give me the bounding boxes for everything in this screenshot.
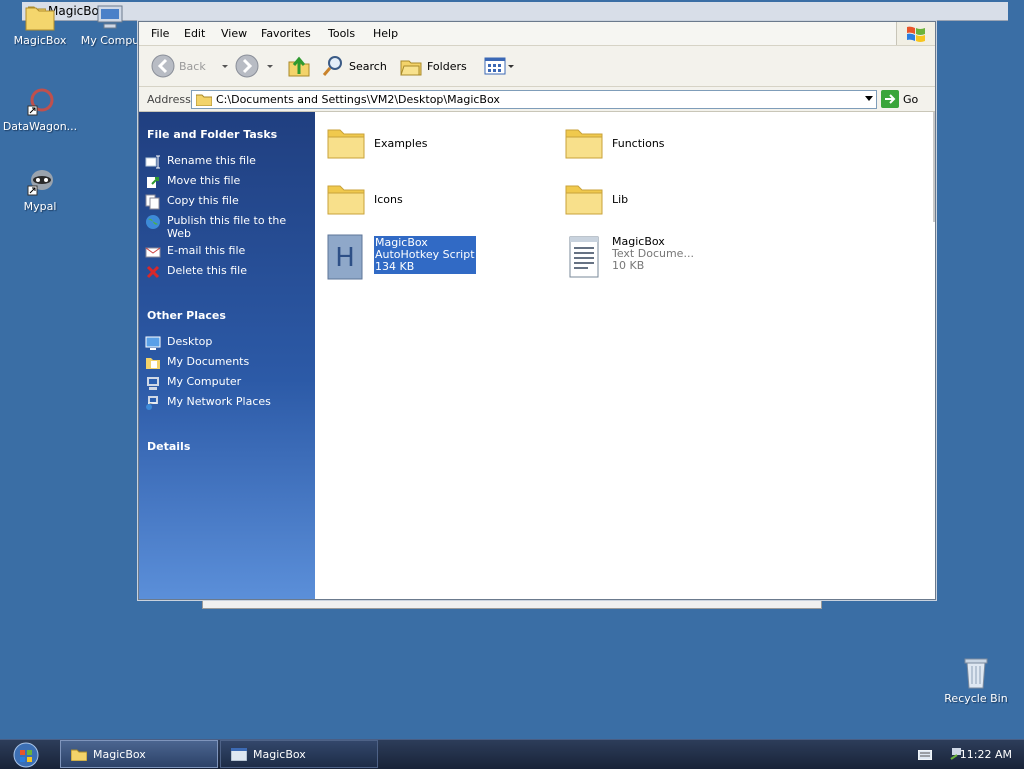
task-pane: File and Folder Tasks Rename this file M…: [139, 112, 315, 599]
back-button[interactable]: Back: [151, 54, 230, 78]
system-tray: 11:22 AM: [894, 740, 1024, 769]
desktop-icon-magicbox[interactable]: MagicBox: [0, 2, 80, 47]
task-move[interactable]: Move this file: [145, 174, 309, 190]
menu-edit[interactable]: Edit: [184, 27, 205, 40]
file-list[interactable]: Examples Functions Icons Lib H MagicBox …: [316, 112, 935, 599]
taskbar: MagicBox MagicBox 11:22 AM: [0, 739, 1024, 769]
file-folder-tasks-heading[interactable]: File and Folder Tasks: [147, 128, 277, 141]
item-name: Functions: [612, 137, 665, 150]
windows-logo-icon: [896, 22, 935, 45]
desktop-icon-recycle-bin[interactable]: Recycle Bin: [936, 656, 1016, 705]
explorer-window[interactable]: File Edit View Favorites Tools Help Back: [138, 21, 936, 600]
task-copy[interactable]: Copy this file: [145, 194, 309, 210]
selected-file-label: MagicBox AutoHotkey Script 134 KB: [374, 236, 476, 274]
menu-help[interactable]: Help: [373, 27, 398, 40]
window-icon: [231, 747, 247, 761]
toolbar: Back Search Folders: [139, 46, 935, 87]
background-window-titlebar[interactable]: MagicBox: [22, 2, 1008, 21]
taskbar-button-magicbox-app[interactable]: MagicBox: [220, 740, 378, 768]
network-places-icon: [146, 396, 158, 410]
search-icon: [322, 56, 342, 76]
up-folder-icon: [288, 56, 310, 77]
email-icon: [145, 247, 161, 258]
folder-icon: [196, 94, 212, 106]
forward-arrow-icon: [235, 54, 259, 78]
taskbar-button-magicbox-folder[interactable]: MagicBox: [60, 740, 218, 768]
windows-orb-icon: [13, 742, 39, 768]
desktop-icon-mypal[interactable]: Mypal: [0, 166, 80, 213]
chevron-down-icon: [267, 65, 273, 68]
delete-x-icon: [146, 265, 160, 279]
folder-icon: [327, 185, 365, 215]
address-bar: Address C:\Documents and Settings\VM2\De…: [139, 87, 935, 112]
move-icon: [147, 177, 159, 188]
desktop-icon-datawagon[interactable]: DataWagon...: [0, 88, 80, 133]
folder-item-examples[interactable]: Examples: [326, 122, 427, 162]
recycle-bin-icon: [964, 658, 988, 689]
place-desktop[interactable]: Desktop: [145, 335, 309, 351]
desktop-icon: [145, 336, 161, 350]
folders-icon: [400, 60, 422, 76]
details-heading[interactable]: Details: [147, 440, 190, 453]
back-arrow-icon: [151, 54, 175, 78]
go-button[interactable]: Go: [881, 90, 918, 108]
up-folder-button[interactable]: [287, 54, 311, 78]
computer-icon: [97, 5, 123, 29]
item-name: Icons: [374, 193, 403, 206]
menu-file[interactable]: File: [151, 27, 169, 40]
views-grid-icon: [484, 57, 506, 75]
forward-button[interactable]: [235, 54, 275, 78]
file-item-magicbox-ahk[interactable]: H MagicBox AutoHotkey Script 134 KB: [326, 234, 476, 280]
item-size: 10 KB: [612, 259, 645, 272]
folders-button[interactable]: Folders: [399, 54, 467, 78]
my-documents-icon: [146, 358, 160, 369]
text-document-icon: [569, 236, 599, 278]
folder-icon: [71, 749, 87, 761]
folder-item-icons[interactable]: Icons: [326, 178, 403, 218]
menu-bar: File Edit View Favorites Tools Help: [139, 22, 935, 46]
address-path: C:\Documents and Settings\VM2\Desktop\Ma…: [216, 93, 500, 106]
other-places-heading[interactable]: Other Places: [147, 309, 226, 322]
menu-view[interactable]: View: [221, 27, 247, 40]
task-publish[interactable]: Publish this file to the Web: [145, 214, 309, 240]
globe-icon: [146, 215, 160, 229]
computer-icon: [147, 377, 159, 390]
chevron-down-icon[interactable]: [865, 96, 873, 101]
mypal-raccoon-icon: [27, 170, 53, 196]
task-email[interactable]: E-mail this file: [145, 244, 309, 260]
item-size: 134 KB: [375, 260, 415, 273]
place-my-documents[interactable]: My Documents: [145, 355, 309, 371]
search-button[interactable]: Search: [321, 54, 387, 78]
autohotkey-script-icon: H: [327, 234, 363, 280]
place-my-computer[interactable]: My Computer: [145, 375, 309, 391]
menu-tools[interactable]: Tools: [328, 27, 355, 40]
task-delete[interactable]: Delete this file: [145, 264, 309, 280]
keyboard-icon[interactable]: [918, 750, 932, 760]
scrollbar[interactable]: [933, 112, 935, 222]
task-rename[interactable]: Rename this file: [145, 154, 309, 170]
item-name: Lib: [612, 193, 629, 206]
chevron-down-icon: [221, 65, 228, 68]
folder-icon: [565, 185, 603, 215]
chevron-down-icon: [508, 65, 514, 68]
file-item-magicbox-txt[interactable]: MagicBox Text Docume... 10 KB: [564, 234, 694, 280]
go-arrow-icon: [881, 90, 899, 108]
item-name: Examples: [374, 137, 428, 150]
datawagon-shortcut-icon: [27, 88, 54, 116]
folder-icon: [25, 7, 55, 31]
views-button[interactable]: [483, 54, 515, 78]
svg-text:H: H: [335, 243, 355, 273]
folder-icon: [565, 129, 603, 159]
copy-icon: [145, 194, 160, 210]
address-field[interactable]: C:\Documents and Settings\VM2\Desktop\Ma…: [191, 90, 877, 109]
start-button[interactable]: [6, 741, 44, 769]
folder-item-lib[interactable]: Lib: [564, 178, 628, 218]
menu-favorites[interactable]: Favorites: [261, 27, 311, 40]
clock[interactable]: 11:22 AM: [960, 748, 1012, 761]
rename-icon: [145, 155, 160, 169]
folder-item-functions[interactable]: Functions: [564, 122, 665, 162]
place-my-network-places[interactable]: My Network Places: [145, 395, 309, 411]
folder-icon: [327, 129, 365, 159]
address-label: Address: [147, 93, 191, 106]
